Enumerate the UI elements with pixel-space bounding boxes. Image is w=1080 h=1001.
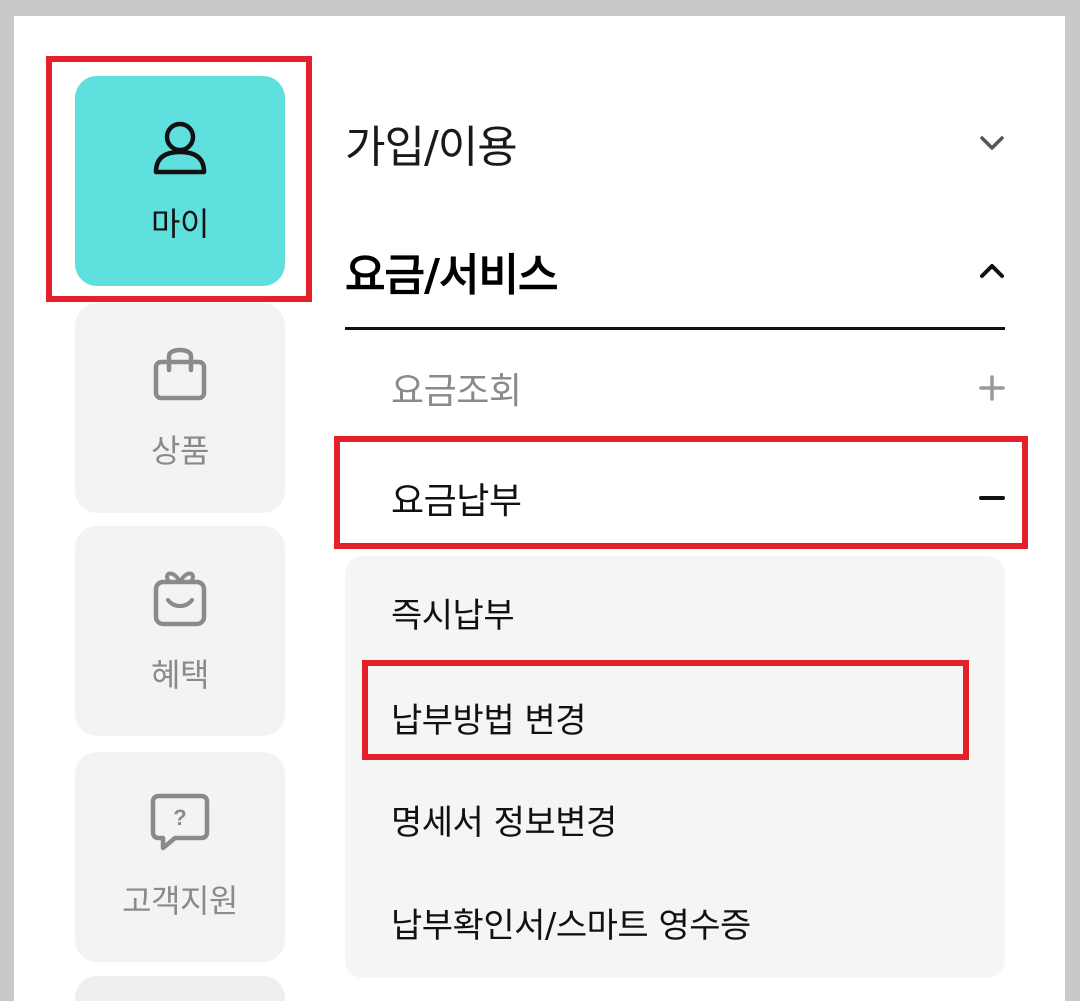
menu-leaf-instant-payment[interactable]: 즉시납부 [391,588,515,637]
menu-panel: 마이 상품 혜택 ? 고객지원 가입/이용 요금/서비스 요금조회 요금납부 즉… [14,16,1065,1001]
menu-section-label: 가입/이용 [345,122,518,173]
minus-icon[interactable] [979,485,1005,511]
menu-leaf-change-payment-method[interactable]: 납부방법 변경 [391,693,587,742]
sidebar-item-support[interactable]: ? 고객지원 [75,752,285,962]
menu-leaf-statement-info-change[interactable]: 명세서 정보변경 [391,795,617,844]
sidebar-item-products[interactable]: 상품 [75,303,285,513]
menu-leaf-payment-receipt[interactable]: 납부확인서/스마트 영수증 [391,898,751,947]
menu-section-label: 요금/서비스 [345,250,558,301]
submenu-item-bill-inquiry[interactable]: 요금조회 [391,362,1005,414]
shopping-bag-icon [153,347,207,401]
submenu-item-label: 요금조회 [391,371,522,412]
sidebar-item-label: 혜택 [151,656,209,694]
chevron-up-icon[interactable] [979,262,1005,280]
section-divider [345,327,1005,330]
sidebar-item-more[interactable] [75,976,285,1001]
submenu-item-label: 요금납부 [391,481,522,522]
sidebar-item-label: 마이 [151,205,209,243]
sidebar-item-benefits[interactable]: 혜택 [75,526,285,736]
menu-section-signup[interactable]: 가입/이용 [345,111,1005,175]
sidebar-item-label: 고객지원 [122,882,238,920]
gift-icon [153,571,207,627]
svg-text:?: ? [173,805,186,830]
sidebar-item-my[interactable]: 마이 [75,76,285,286]
user-icon [153,121,207,175]
menu-section-billing[interactable]: 요금/서비스 [345,239,1005,303]
chevron-down-icon[interactable] [979,134,1005,152]
plus-icon[interactable] [979,375,1005,401]
help-chat-icon: ? [150,793,210,851]
sidebar-item-label: 상품 [151,432,209,470]
submenu-item-bill-payment[interactable]: 요금납부 [391,472,1005,524]
